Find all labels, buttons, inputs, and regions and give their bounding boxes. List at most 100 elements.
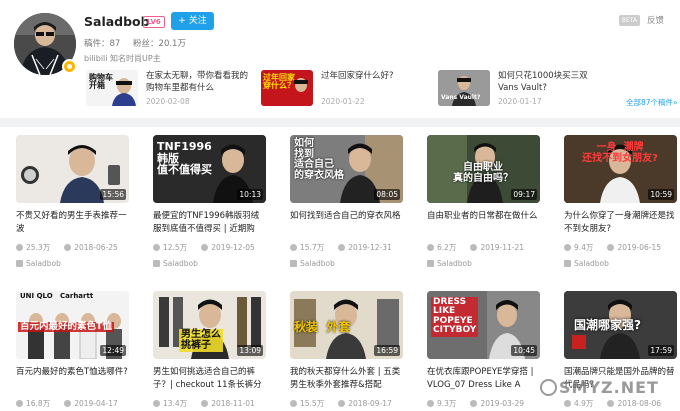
beta-badge: BETA <box>619 15 640 26</box>
uploader[interactable]: Saladbob <box>427 259 540 268</box>
video-thumbnail[interactable]: 自由职业 真的自由吗？ 09:17 <box>427 135 540 203</box>
play-count-icon <box>564 244 571 251</box>
uploader[interactable]: Saladbob <box>290 259 403 268</box>
clock-icon <box>607 244 615 251</box>
duration: 12:49 <box>100 345 126 356</box>
featured-thumbnail[interactable]: 过年回家 穿什么？ <box>261 70 313 106</box>
video-meta: 25.3万 2018-06-25 <box>16 242 129 253</box>
video-card[interactable]: 男生怎么 挑裤子 13:09 男生如何挑选适合自己的裤子？| checkout … <box>153 291 266 409</box>
video-card[interactable]: 一身 潮牌 还找不到女朋友? 10:59 为什么你穿了一身潮牌还是找不到女朋友?… <box>564 135 677 268</box>
clock-icon <box>470 400 478 407</box>
thumbnail-caption: 国潮哪家强? <box>574 318 641 332</box>
watermark: SMYZ.NET <box>559 378 659 397</box>
feedback-link[interactable]: 反馈 <box>647 14 664 26</box>
video-card[interactable]: UNI QLO Carhartt 百元内最好的素色T恤 12:49 百元内最好的… <box>16 291 129 409</box>
video-meta: 9.3万 2019-03-29 <box>427 398 540 409</box>
video-title[interactable]: 在优衣库跟POPEYE学穿搭 | VLOG_07 Dress Like A <box>427 366 540 392</box>
featured-video-1[interactable]: 购物车 开箱 在家太无聊，带你看看我的购物车里都有什么 2020-02-08 <box>86 70 256 110</box>
fan-count: 粉丝：20.1万 <box>133 39 186 49</box>
clock-icon <box>64 400 72 407</box>
video-count: 稿件：87 <box>84 39 121 49</box>
video-card[interactable]: TNF1996 韩版 值不值得买 10:13 最便宜的TNF1996韩版羽绒服到… <box>153 135 266 268</box>
video-thumbnail[interactable]: UNI QLO Carhartt 百元内最好的素色T恤 12:49 <box>16 291 129 359</box>
profile-header: Saladbob LV6 + 关注 稿件：87 粉丝：20.1万 bilibil… <box>0 0 680 118</box>
video-thumbnail[interactable]: 一身 潮牌 还找不到女朋友? 10:59 <box>564 135 677 203</box>
uploader-icon <box>564 260 571 267</box>
all-videos-link[interactable]: 全部87个稿件» <box>626 97 678 108</box>
video-card[interactable]: 如何 找到 适合自己 的穿衣风格 08:05 如何找到适合自己的穿衣风格 15.… <box>290 135 403 268</box>
play-count-icon <box>16 400 23 407</box>
video-thumbnail[interactable]: 如何 找到 适合自己 的穿衣风格 08:05 <box>290 135 403 203</box>
clock-icon <box>201 400 209 407</box>
video-thumbnail[interactable]: 秋装 外套 16:59 <box>290 291 403 359</box>
video-title[interactable]: 自由职业者的日常都在做什么 <box>427 210 540 236</box>
duration: 16:59 <box>374 345 400 356</box>
clock-icon <box>64 244 72 251</box>
duration: 09:17 <box>511 189 537 200</box>
thumbnail-caption: 如何 找到 适合自己 的穿衣风格 <box>294 138 344 181</box>
uploader-icon <box>290 260 297 267</box>
clock-icon <box>338 400 346 407</box>
video-thumbnail[interactable]: 15:56 <box>16 135 129 203</box>
uploader[interactable]: Saladbob <box>564 259 677 268</box>
play-count-icon <box>16 244 23 251</box>
stats: 稿件：87 粉丝：20.1万 <box>84 37 196 49</box>
bio: bilibili 知名时尚UP主 <box>84 54 161 63</box>
featured-title[interactable]: 如何只花1000块买三双Vans Vault? <box>498 70 600 94</box>
thumbnail-caption: 秋装 外套 <box>294 320 351 334</box>
thumbnail-caption: 自由职业 真的自由吗？ <box>453 162 513 184</box>
video-title[interactable]: 男生如何挑选适合自己的裤子？| checkout 11条长裤分 <box>153 366 266 392</box>
play-count-icon <box>290 400 297 407</box>
thumbnail-caption: 百元内最好的素色T恤 <box>18 321 114 332</box>
thumbnail-caption: 一身 潮牌 还找不到女朋友? <box>582 142 658 164</box>
video-title[interactable]: 为什么你穿了一身潮牌还是找不到女朋友? <box>564 210 677 236</box>
video-meta: 12.5万 2019-12-05 <box>153 242 266 253</box>
featured-date: 2020-01-22 <box>321 97 365 106</box>
uploader[interactable]: Saladbob <box>153 259 266 268</box>
thumbnail-caption: 男生怎么 挑裤子 <box>179 329 223 352</box>
video-thumbnail[interactable]: DRESS LIKE POPEYE CITYBOY 10:45 <box>427 291 540 359</box>
uploader-icon <box>16 260 23 267</box>
follow-button[interactable]: + 关注 <box>171 12 214 30</box>
featured-title[interactable]: 在家太无聊，带你看看我的购物车里都有什么 <box>146 70 248 94</box>
thumbnail-caption: DRESS LIKE POPEYE CITYBOY <box>431 297 479 337</box>
video-meta: 4.9万 2018-08-06 <box>564 398 677 409</box>
video-title[interactable]: 如何找到适合自己的穿衣风格 <box>290 210 403 236</box>
brand-logos: UNI QLO Carhartt <box>20 292 94 300</box>
play-count-icon <box>290 244 297 251</box>
video-thumbnail[interactable]: TNF1996 韩版 值不值得买 10:13 <box>153 135 266 203</box>
featured-title[interactable]: 过年回家穿什么好? <box>321 70 423 82</box>
uploader[interactable]: Saladbob <box>16 259 129 268</box>
video-thumbnail[interactable]: 国潮哪家强? 17:59 <box>564 291 677 359</box>
video-title[interactable]: 不贵又好看的男生手表推荐一波 <box>16 210 129 236</box>
play-count-icon <box>427 400 434 407</box>
level-badge: LV6 <box>143 16 165 28</box>
clock-icon <box>201 244 209 251</box>
duration: 15:56 <box>100 189 126 200</box>
video-card[interactable]: 15:56 不贵又好看的男生手表推荐一波 25.3万 2018-06-25 Sal… <box>16 135 129 268</box>
featured-video-2[interactable]: 过年回家 穿什么？ 过年回家穿什么好? 2020-01-22 <box>261 70 431 110</box>
featured-thumbnail[interactable]: 购物车 开箱 <box>86 70 138 106</box>
watermark-logo-icon <box>540 379 557 396</box>
play-count-icon <box>153 244 160 251</box>
video-card[interactable]: 自由职业 真的自由吗？ 09:17 自由职业者的日常都在做什么 6.2万 2019… <box>427 135 540 268</box>
video-thumbnail[interactable]: 男生怎么 挑裤子 13:09 <box>153 291 266 359</box>
clock-icon <box>470 244 478 251</box>
uploader-icon <box>427 260 434 267</box>
video-title[interactable]: 我的秋天都穿什么外套 | 五类男生秋季外套推荐&搭配 <box>290 366 403 392</box>
video-card[interactable]: 秋装 外套 16:59 我的秋天都穿什么外套 | 五类男生秋季外套推荐&搭配 1… <box>290 291 403 409</box>
section-divider <box>0 118 680 127</box>
featured-thumbnail[interactable]: Vans Vault? <box>438 70 490 106</box>
featured-date: 2020-01-17 <box>498 97 542 106</box>
clock-icon <box>338 244 346 251</box>
video-meta: 16.8万 2019-04-17 <box>16 398 129 409</box>
video-meta: 15.5万 2018-09-17 <box>290 398 403 409</box>
duration: 13:09 <box>237 345 263 356</box>
video-meta: 9.4万 2019-06-15 <box>564 242 677 253</box>
video-title[interactable]: 最便宜的TNF1996韩版羽绒服到底值不值得买 | 近期购 <box>153 210 266 236</box>
verified-badge-icon <box>62 59 77 74</box>
video-card[interactable]: DRESS LIKE POPEYE CITYBOY 10:45 在优衣库跟POP… <box>427 291 540 409</box>
video-title[interactable]: 百元内最好的素色T恤选哪件? <box>16 366 129 392</box>
featured-video-3[interactable]: Vans Vault? 如何只花1000块买三双Vans Vault? 2020… <box>438 70 618 110</box>
duration: 10:59 <box>648 189 674 200</box>
